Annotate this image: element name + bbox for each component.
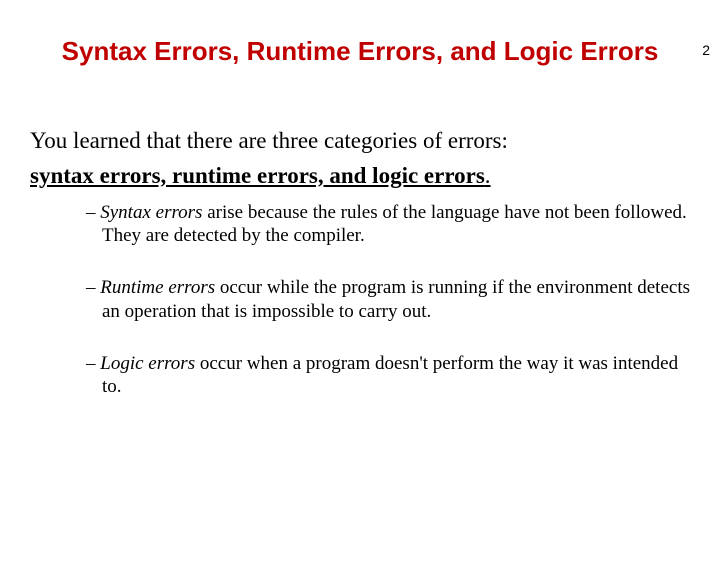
bullet-term: Logic errors: [100, 353, 195, 374]
slide-body: You learned that there are three categor…: [0, 127, 720, 399]
list-item: – Syntax errors arise because the rules …: [86, 201, 690, 249]
intro-period: .: [485, 163, 491, 188]
slide: 2 Syntax Errors, Runtime Errors, and Log…: [0, 36, 720, 576]
list-item: – Logic errors occur when a program does…: [86, 352, 690, 400]
bullet-term: Syntax errors: [100, 202, 202, 223]
dash-icon: –: [86, 353, 100, 374]
bullet-list: – Syntax errors arise because the rules …: [30, 201, 690, 400]
page-number: 2: [702, 42, 710, 58]
intro-bold-text: syntax errors, runtime errors, and logic…: [30, 163, 485, 188]
list-item: – Runtime errors occur while the program…: [86, 276, 690, 324]
dash-icon: –: [86, 277, 100, 298]
slide-title: Syntax Errors, Runtime Errors, and Logic…: [0, 36, 720, 67]
dash-icon: –: [86, 202, 100, 223]
bullet-term: Runtime errors: [100, 277, 215, 298]
intro-emphasis: syntax errors, runtime errors, and logic…: [30, 162, 690, 191]
intro-text: You learned that there are three categor…: [30, 127, 690, 156]
